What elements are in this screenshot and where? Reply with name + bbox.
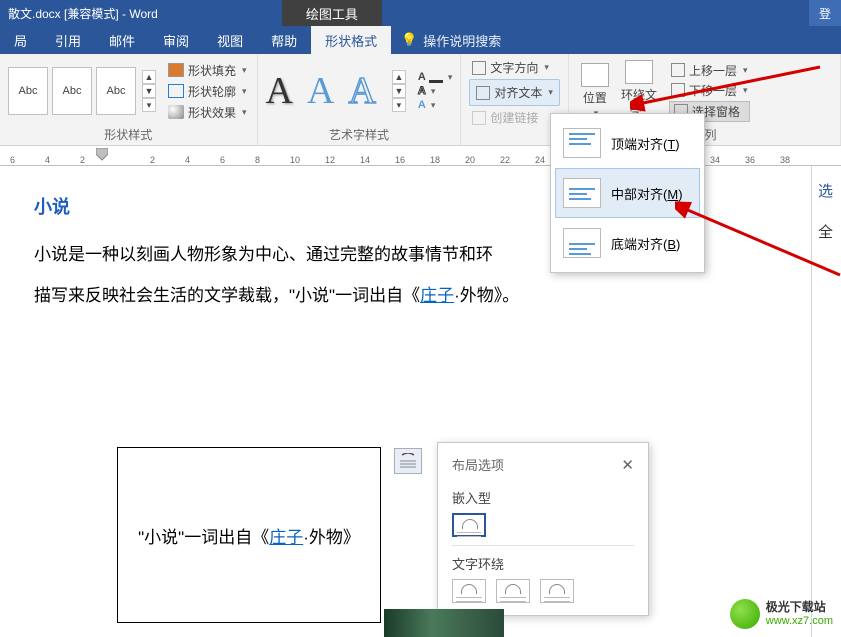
shape-fill-button[interactable]: 形状填充▾ [166, 61, 249, 80]
tell-me-label: 操作说明搜索 [423, 31, 501, 50]
watermark-title: 极光下载站 [766, 600, 833, 614]
layout-wrap-square[interactable] [452, 579, 486, 603]
fill-icon [168, 63, 184, 77]
shape-style-preset-1[interactable]: Abc [8, 67, 48, 115]
doc-title: 散文.docx [兼容模式] - Word [0, 5, 158, 22]
align-middle-icon [563, 178, 601, 208]
shape-style-preset-3[interactable]: Abc [96, 67, 136, 115]
drawing-tools-context[interactable]: 绘图工具 [282, 0, 382, 26]
indent-marker[interactable] [96, 148, 108, 162]
close-icon[interactable]: ✕ [621, 456, 634, 474]
wordart-preset-2[interactable]: A [307, 69, 334, 113]
send-backward-button[interactable]: 下移一层▾ [669, 81, 750, 100]
align-top-icon [563, 128, 601, 158]
shape-style-gallery[interactable]: Abc Abc Abc ▲▼▾ [8, 67, 156, 115]
shape-style-preset-2[interactable]: Abc [52, 67, 92, 115]
layout-inline-option[interactable] [452, 513, 486, 537]
align-text-button[interactable]: 对齐文本▾ [469, 79, 560, 106]
send-back-icon [671, 83, 685, 97]
shape-styles-group: Abc Abc Abc ▲▼▾ 形状填充▾ 形状轮廓▾ 形状效果▾ 形状样式 [0, 54, 258, 145]
side-pane-title: 选 [818, 180, 835, 201]
bring-fwd-icon [671, 63, 685, 77]
text-outline-button[interactable]: A▾ [418, 85, 452, 97]
shape-outline-button[interactable]: 形状轮廓▾ [166, 82, 249, 101]
watermark-logo-icon [730, 599, 760, 629]
document-area[interactable]: 小说 小说是一种以刻画人物形象为中心、通过完整的故事情节和环 描写来反映社会生活… [0, 166, 841, 337]
side-pane-all[interactable]: 全 [818, 221, 835, 242]
divider [452, 545, 634, 546]
create-link-button[interactable]: 创建链接 [469, 108, 560, 127]
position-icon [581, 63, 609, 87]
ribbon: Abc Abc Abc ▲▼▾ 形状填充▾ 形状轮廓▾ 形状效果▾ 形状样式 A… [0, 54, 841, 146]
wordart-preset-3[interactable]: A [348, 69, 375, 113]
outline-icon [168, 84, 184, 98]
align-text-menu: 顶端对齐(T) 中部对齐(M) 底端对齐(B) [550, 113, 705, 273]
selection-side-pane: 选 全 [811, 166, 841, 637]
wordart-group-label: 艺术字样式 [266, 124, 453, 143]
tell-me-search[interactable]: 💡 操作说明搜索 [391, 26, 511, 54]
position-button[interactable]: 位置▾ [577, 61, 613, 121]
text-fill-button[interactable]: A▾ [418, 71, 452, 83]
align-text-icon [476, 86, 490, 100]
effects-icon [168, 105, 184, 119]
link-icon [472, 111, 486, 125]
ruler[interactable]: 6422468101214161820222426283032343638 [0, 146, 841, 166]
layout-wrap-tight[interactable] [496, 579, 530, 603]
tab-references[interactable]: 引用 [41, 26, 95, 54]
bring-forward-button[interactable]: 上移一层▾ [669, 61, 750, 80]
shape-effects-button[interactable]: 形状效果▾ [166, 103, 249, 122]
title-bar: 散文.docx [兼容模式] - Word 绘图工具 登 [0, 0, 841, 26]
textbox-content: "小说"一词出自《庄子·外物》 [138, 523, 360, 548]
textbox-shape[interactable]: "小说"一词出自《庄子·外物》 [117, 447, 381, 623]
tab-layout[interactable]: 局 [0, 26, 41, 54]
align-middle-item[interactable]: 中部对齐(M) [555, 168, 700, 218]
layout-options-icon [398, 453, 418, 469]
watermark-url: www.xz7.com [766, 615, 833, 628]
wordart-preset-1[interactable]: A [266, 69, 293, 113]
align-middle-label: 中部对齐(M) [611, 184, 683, 203]
wrap-section-label: 文字环绕 [452, 554, 634, 573]
tab-view[interactable]: 视图 [203, 26, 257, 54]
align-top-item[interactable]: 顶端对齐(T) [555, 118, 700, 168]
text-effects-button[interactable]: A▾ [418, 99, 452, 111]
tab-help[interactable]: 帮助 [257, 26, 311, 54]
tab-review[interactable]: 审阅 [149, 26, 203, 54]
login-button[interactable]: 登 [809, 0, 841, 26]
wrap-icon [625, 60, 653, 84]
wordart-gallery-scroll[interactable]: ▲▼▾ [392, 70, 406, 112]
image-fragment [384, 609, 504, 637]
link-zhuangzi[interactable]: 庄子 [420, 286, 454, 305]
watermark: 极光下载站 www.xz7.com [730, 599, 833, 629]
gallery-scroll[interactable]: ▲▼▾ [142, 70, 156, 112]
layout-options-popup: 布局选项 ✕ 嵌入型 文字环绕 [437, 442, 649, 616]
layout-popup-title: 布局选项 [452, 455, 504, 474]
align-bottom-label: 底端对齐(B) [611, 234, 680, 253]
align-bottom-item[interactable]: 底端对齐(B) [555, 218, 700, 268]
tab-mailings[interactable]: 邮件 [95, 26, 149, 54]
tab-shape-format[interactable]: 形状格式 [311, 26, 391, 54]
paragraph-2: 描写来反映社会生活的文学裁载，"小说"一词出自《庄子·外物》。 [34, 276, 764, 317]
wordart-gallery[interactable]: A A A ▲▼▾ [266, 69, 406, 113]
textbox-link[interactable]: 庄子 [269, 528, 303, 547]
text-direction-icon [472, 61, 486, 75]
align-bottom-icon [563, 228, 601, 258]
shape-styles-group-label: 形状样式 [8, 124, 249, 143]
layout-wrap-through[interactable] [540, 579, 574, 603]
ribbon-tabs: 局 引用 邮件 审阅 视图 帮助 形状格式 💡 操作说明搜索 [0, 26, 841, 54]
bulb-icon: 💡 [401, 32, 417, 48]
layout-options-button[interactable] [394, 448, 422, 474]
wordart-group: A A A ▲▼▾ A▾ A▾ A▾ 艺术字样式 [258, 54, 462, 145]
align-top-label: 顶端对齐(T) [611, 134, 680, 153]
text-direction-button[interactable]: 文字方向▾ [469, 58, 560, 77]
inline-section-label: 嵌入型 [452, 488, 634, 507]
